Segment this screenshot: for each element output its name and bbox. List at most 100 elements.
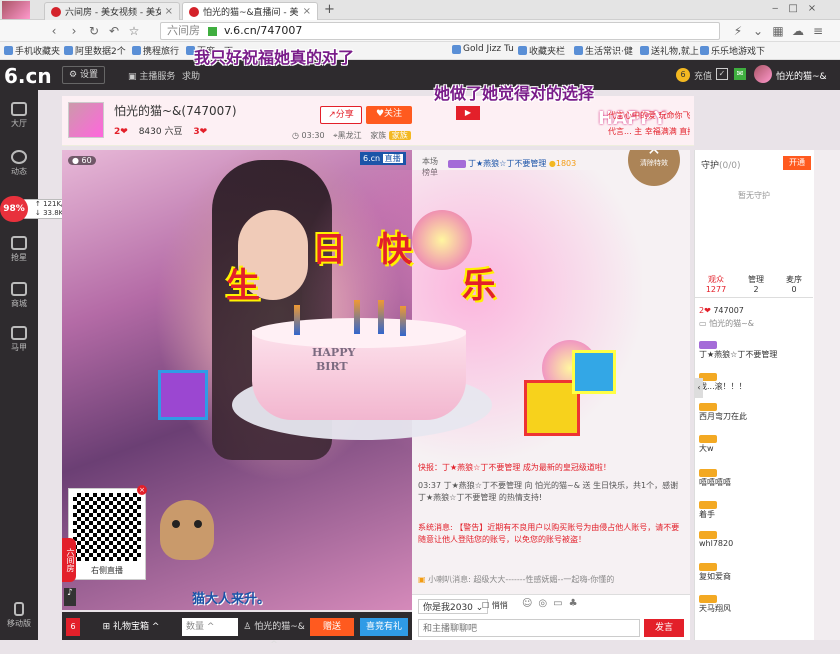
username[interactable]: 怕光的猫~& xyxy=(776,69,827,82)
bookmark-item[interactable]: 送礼物,就上 xyxy=(640,44,699,57)
list-item[interactable]: 嘻嘻嘻嘻 xyxy=(699,468,809,488)
cat-caption: 猫大人来升。 xyxy=(192,592,271,607)
help-link[interactable]: 求助 xyxy=(182,69,200,82)
sidebar-item-grab[interactable]: 抢星 xyxy=(0,236,38,263)
settings-button[interactable]: ⚙ 设置 xyxy=(62,66,105,84)
checkin-icon[interactable]: ✓ xyxy=(716,68,728,80)
beans-count: 8430 六豆 xyxy=(138,127,183,137)
user-avatar[interactable] xyxy=(754,65,772,83)
close-icon[interactable]: × xyxy=(137,485,147,495)
share-button[interactable]: ↗分享 xyxy=(320,106,362,124)
menu-icon[interactable]: ≡ xyxy=(810,23,826,39)
chat-target-select[interactable]: 你是我2030 ⌄ xyxy=(418,599,489,614)
chat-tabs[interactable]: 本场 榜单 xyxy=(422,156,442,178)
list-item[interactable]: 丁★燕狼☆丁不要管理 xyxy=(699,340,809,360)
bookmark-item[interactable]: 收藏夹栏 xyxy=(518,44,565,57)
six-cn-logo[interactable]: 6.cn xyxy=(4,64,52,88)
new-tab-button[interactable]: + xyxy=(324,2,335,17)
tab-audience[interactable]: 观众 1277 xyxy=(697,274,735,294)
gift-target-select[interactable]: ♙ 怕光的猫~& ^ xyxy=(242,618,306,650)
dropdown-icon[interactable]: ⌄ xyxy=(750,23,766,39)
family-badge[interactable]: 家族 xyxy=(388,131,411,140)
star-icon[interactable]: ☆ xyxy=(126,23,142,39)
host-icon: ▭ xyxy=(699,319,707,328)
host-service-link[interactable]: ▣ 主播服务 xyxy=(128,69,175,82)
sidebar-item-hall[interactable]: 大厅 xyxy=(0,102,38,129)
chat-input[interactable] xyxy=(418,619,640,637)
close-icon[interactable]: × xyxy=(303,6,311,17)
emoji-toolbar[interactable]: ☺◎▭♣ xyxy=(522,598,584,609)
chat-message: ▣ 小喇叭消息: 超级大大-------性感妩媚--一起嗨-你懂的 xyxy=(418,575,615,584)
sidebar-item-feed[interactable]: 动态 xyxy=(0,150,38,177)
sidebar-item-mall[interactable]: 商城 xyxy=(0,282,38,309)
list-item[interactable]: 2❤ 747007 xyxy=(699,306,809,315)
side-promo-tab[interactable]: 六间房 xyxy=(62,538,76,582)
address-bar: ‹ › ↻ ↶ ☆ 六间房 v.6.cn/747007 ⚡ ⌄ ▦ ☁ ≡ xyxy=(0,20,840,42)
list-item[interactable]: whl7820 xyxy=(699,530,809,548)
send-button[interactable]: 发言 xyxy=(644,619,684,637)
bookmark-icon xyxy=(700,46,709,55)
list-item[interactable]: ▭ 怕光的猫~& xyxy=(699,318,809,329)
user-icon: ♙ xyxy=(243,622,255,632)
list-item[interactable]: 着手 xyxy=(699,500,809,520)
tab-admin[interactable]: 管理 2 xyxy=(737,274,775,294)
bookmark-item[interactable]: 乐乐地游戏下 xyxy=(700,44,765,57)
page-scrollbar[interactable] xyxy=(814,150,840,640)
tab-label: 六间房 - 美女视频 - 美女直播 xyxy=(65,8,161,18)
tab-mic-queue[interactable]: 麦序 0 xyxy=(777,274,811,294)
site-header: 6.cn ⚙ 设置 ▣ 主播服务 求助 6 充值 ✓ ✉ 怕光的猫~& 我只好祝… xyxy=(0,48,840,90)
recharge-link[interactable]: 充值 xyxy=(694,69,712,82)
bookmark-item[interactable]: 生活常识·健 xyxy=(574,44,633,57)
bookmark-item[interactable]: 携程旅行 xyxy=(132,44,179,57)
qr-code-card[interactable]: 右侧直播 × xyxy=(68,485,147,580)
window-controls[interactable]: ‒□× xyxy=(772,3,826,14)
lightning-icon[interactable]: ⚡ xyxy=(730,23,746,39)
list-item[interactable]: 大w xyxy=(699,434,809,454)
browser-avatar[interactable] xyxy=(2,1,30,19)
list-item[interactable]: 西月弯刀在此 xyxy=(699,402,809,422)
give-gift-button[interactable]: 赠送 xyxy=(310,618,354,636)
list-item[interactable]: 复如爱商 xyxy=(699,562,809,582)
collapse-handle[interactable]: ‹ xyxy=(695,378,703,398)
microphone-icon[interactable]: ♪ xyxy=(64,588,76,606)
coin-icon: 6 xyxy=(676,68,690,82)
undo-icon[interactable]: ↶ xyxy=(106,23,122,39)
sidebar-item-vest[interactable]: 马甲 xyxy=(0,326,38,353)
gift-bar: 6 ⊞ 礼物宝箱 ^ 数量 ^ ♙ 怕光的猫~& ^ 赠送 喜竞有礼 xyxy=(62,612,412,650)
close-icon[interactable]: × xyxy=(165,6,173,17)
audience-tabs: 观众 1277 管理 2 麦序 0 xyxy=(695,272,813,298)
list-item[interactable]: 我...滚！！！ xyxy=(699,372,809,392)
browser-tab-2[interactable]: 怕光的猫~&直播间 - 美女 × xyxy=(182,2,318,20)
red-envelope-button[interactable]: 喜竞有礼 xyxy=(360,618,408,636)
gift-library-button[interactable]: ⊞ 礼物宝箱 ^ xyxy=(94,618,168,636)
list-item[interactable]: 天马翔风 xyxy=(699,594,809,614)
back-icon[interactable]: ‹ xyxy=(46,23,62,39)
room-header: 怕光的猫~&(747007) 2❤ 8430 六豆 3❤ ↗分享 ♥关注 ◷ 0… xyxy=(62,84,694,146)
browser-tab-bar: 六间房 - 美女视频 - 美女直播 × 怕光的猫~&直播间 - 美女 × + ‒… xyxy=(0,0,840,20)
cloud-icon[interactable]: ☁ xyxy=(790,23,806,39)
bookmark-item[interactable]: 阿里数据2个 xyxy=(64,44,126,57)
secure-icon xyxy=(207,26,217,36)
url-field[interactable]: 六间房 v.6.cn/747007 xyxy=(160,22,720,40)
whisper-checkbox[interactable]: ☐ 悄悄 xyxy=(482,600,508,611)
live-video[interactable]: ● 60 6.cn 直播 右侧直播 × 六间房 猫大人来升。 ♪ xyxy=(62,150,412,610)
bookmark-item[interactable]: 手机收藏夹 xyxy=(4,44,60,57)
browser-tab-1[interactable]: 六间房 - 美女视频 - 美女直播 × xyxy=(44,2,180,20)
guard-empty: 暂无守护 xyxy=(738,191,770,200)
follow-button[interactable]: ♥关注 xyxy=(366,106,412,124)
bookmark-icon xyxy=(640,46,649,55)
network-percent: 98% xyxy=(0,196,28,222)
open-guard-button[interactable]: 开通 xyxy=(783,156,811,170)
message-icon[interactable]: ✉ xyxy=(734,68,746,80)
forward-icon[interactable]: › xyxy=(66,23,82,39)
top-contributor[interactable]: 丁★燕狼☆丁不要管理 ●1803 xyxy=(448,158,576,169)
share-icon: ↗ xyxy=(328,110,336,120)
chat-message: 03:37 丁★燕狼☆丁不要管理 向 怕光的猫~& 送 生日快乐，共1个，感谢 … xyxy=(418,481,679,502)
sidebar-item-mobile[interactable]: 移动版 xyxy=(0,602,38,629)
level-badge xyxy=(448,159,466,168)
reload-icon[interactable]: ↻ xyxy=(86,23,102,39)
bookmark-item[interactable]: Gold Jizz Tu xyxy=(452,44,514,54)
quantity-select[interactable]: 数量 ^ xyxy=(182,618,238,636)
host-avatar[interactable] xyxy=(68,102,104,138)
apps-icon[interactable]: ▦ xyxy=(770,23,786,39)
